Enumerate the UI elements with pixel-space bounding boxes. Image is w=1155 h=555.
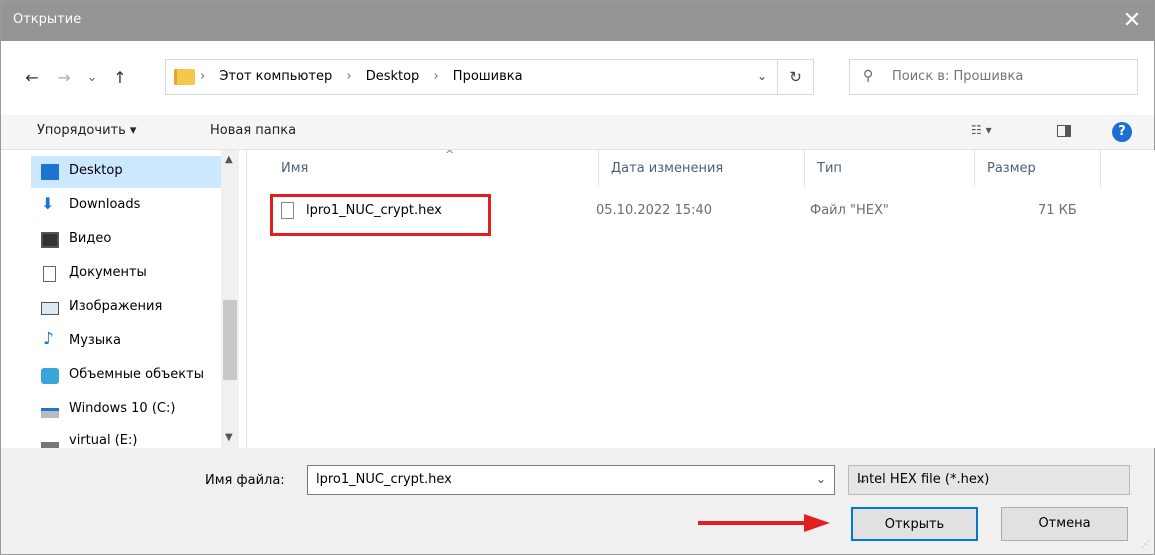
file-size: 71 КБ	[1038, 203, 1077, 218]
3d-objects-icon	[41, 368, 59, 384]
recent-locations-icon[interactable]: ⌄	[79, 63, 105, 93]
drive-icon	[41, 408, 59, 418]
organize-menu-button[interactable]: Упорядочить ▾	[37, 123, 136, 138]
up-arrow-icon[interactable]: ↑	[107, 63, 133, 93]
sidebar-scrollbar[interactable]: ▲ ▼	[221, 150, 239, 448]
search-input[interactable]	[890, 68, 1124, 85]
annotation-arrow	[698, 521, 808, 525]
sidebar-item-label: Объемные объекты	[69, 367, 204, 382]
back-arrow-icon[interactable]: ←	[19, 63, 45, 93]
refresh-icon[interactable]: ↻	[778, 59, 814, 95]
open-button[interactable]: Открыть	[851, 507, 978, 541]
scrollbar-thumb[interactable]	[223, 300, 237, 380]
sidebar-item-documents[interactable]: Документы	[31, 258, 221, 290]
dialog-footer: Имя файла: ⌄ Intel HEX file (*.hex) ⌄ От…	[1, 448, 1154, 554]
music-icon: ♪	[43, 329, 54, 349]
sidebar-item-label: Downloads	[69, 197, 141, 212]
sidebar-item-desktop[interactable]: Desktop	[31, 156, 221, 188]
folder-icon	[174, 69, 195, 85]
sidebar-item-drive-e[interactable]: virtual (E:)	[31, 426, 221, 448]
file-type: Файл "HEX"	[810, 203, 889, 218]
help-icon[interactable]: ?	[1112, 122, 1132, 142]
annotation-highlight-box	[270, 194, 491, 236]
address-bar[interactable]: › Этот компьютер › Desktop › Прошивка ⌄	[165, 59, 778, 95]
filename-combobox[interactable]: ⌄	[307, 465, 835, 495]
sort-ascending-icon: ^	[445, 148, 455, 161]
window-title: Открытие	[13, 12, 82, 27]
chevron-down-icon[interactable]: ⌄	[816, 472, 826, 486]
column-header-label: Имя	[281, 161, 309, 176]
navigation-bar: ← → ⌄ ↑ › Этот компьютер › Desktop › Про…	[1, 41, 1154, 115]
search-box[interactable]: ⚲	[849, 59, 1138, 95]
chevron-down-icon[interactable]: ⌄	[757, 69, 767, 83]
sidebar-item-label: Изображения	[69, 299, 163, 314]
breadcrumb-item-firmware[interactable]: Прошивка	[453, 69, 523, 84]
breadcrumb-item-computer[interactable]: Этот компьютер	[219, 69, 332, 84]
column-header-size[interactable]: Размер	[975, 150, 1101, 188]
sidebar-item-label: virtual (E:)	[69, 433, 138, 448]
cancel-button[interactable]: Отмена	[1001, 507, 1128, 541]
sidebar-item-drive-c[interactable]: Windows 10 (C:)	[31, 394, 221, 426]
sidebar-item-images[interactable]: Изображения	[31, 292, 221, 324]
navigation-pane: Desktop ⬇ Downloads Видео Документы Изоб…	[1, 150, 246, 448]
sidebar-item-label: Desktop	[69, 163, 123, 178]
breadcrumb-separator: ›	[346, 69, 352, 84]
filename-input[interactable]	[314, 471, 798, 488]
download-icon: ⬇	[41, 194, 55, 213]
documents-icon	[43, 266, 56, 282]
preview-pane-icon[interactable]	[1057, 125, 1071, 137]
view-options-icon[interactable]: ☷ ▾	[971, 123, 992, 137]
forward-arrow-icon[interactable]: →	[51, 63, 77, 93]
breadcrumb: › Этот компьютер › Desktop › Прошивка	[200, 69, 533, 84]
column-header-date[interactable]: Дата изменения	[599, 150, 805, 188]
breadcrumb-separator: ›	[200, 69, 206, 84]
filename-label: Имя файла:	[205, 473, 285, 488]
video-icon	[41, 232, 59, 248]
title-bar: Открытие ✕	[1, 1, 1154, 41]
desktop-icon	[41, 164, 59, 180]
file-list: Имя ^ Дата изменения Тип Размер lpro1_NU…	[246, 148, 1155, 448]
sidebar-item-label: Документы	[69, 265, 147, 280]
images-icon	[41, 302, 59, 315]
resize-grip-icon[interactable]: ⋰	[1141, 540, 1150, 550]
open-file-dialog: Открытие ✕ ← → ⌄ ↑ › Этот компьютер › De…	[0, 0, 1155, 555]
breadcrumb-separator: ›	[433, 69, 439, 84]
annotation-arrow-head	[804, 514, 830, 532]
chevron-down-icon[interactable]: ⌄	[857, 472, 1121, 487]
column-header-name[interactable]: Имя ^	[269, 148, 599, 188]
sidebar-item-music[interactable]: ♪ Музыка	[31, 326, 221, 358]
sidebar-item-3d-objects[interactable]: Объемные объекты	[31, 360, 221, 392]
search-icon: ⚲	[863, 68, 874, 84]
close-icon[interactable]: ✕	[1110, 1, 1154, 41]
scroll-up-icon[interactable]: ▲	[225, 154, 233, 165]
sidebar-item-label: Музыка	[69, 333, 121, 348]
sidebar-item-video[interactable]: Видео	[31, 224, 221, 256]
sidebar-item-downloads[interactable]: ⬇ Downloads	[31, 190, 221, 222]
new-folder-button[interactable]: Новая папка	[210, 123, 296, 138]
command-toolbar: Упорядочить ▾ Новая папка ☷ ▾ ?	[1, 115, 1154, 150]
filetype-select[interactable]: Intel HEX file (*.hex) ⌄	[848, 465, 1130, 495]
sidebar-item-label: Windows 10 (C:)	[69, 401, 176, 416]
sidebar-item-label: Видео	[69, 231, 112, 246]
file-date: 05.10.2022 15:40	[596, 203, 713, 218]
breadcrumb-item-desktop[interactable]: Desktop	[366, 69, 420, 84]
scroll-down-icon[interactable]: ▼	[225, 432, 233, 443]
column-header-type[interactable]: Тип	[805, 150, 975, 188]
